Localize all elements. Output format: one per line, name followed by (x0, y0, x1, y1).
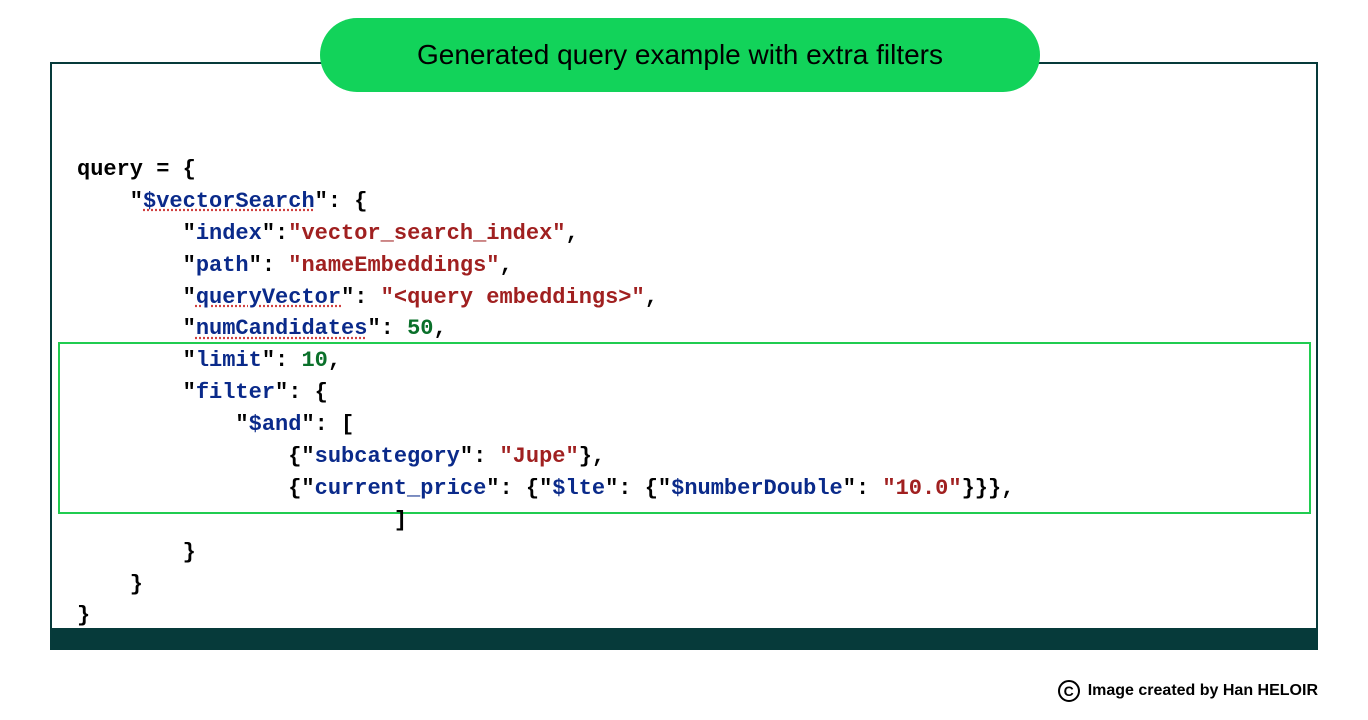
code-text: ": (843, 476, 883, 501)
code-text: , (433, 316, 446, 341)
key-index: index (196, 221, 262, 246)
code-card: query = { "$vectorSearch": { "index":"ve… (50, 62, 1318, 650)
image-credit: C Image created by Han HELOIR (1058, 680, 1318, 702)
val-numcandidates: 50 (407, 316, 433, 341)
val-index: "vector_search_index" (288, 221, 565, 246)
code-text: , (499, 253, 512, 278)
code-text: {" (77, 476, 315, 501)
code-text: " (77, 189, 143, 214)
code-text: ": { (275, 380, 328, 405)
code-text: " (77, 221, 196, 246)
code-text: " (77, 316, 196, 341)
key-queryvector: queryVector (196, 285, 341, 310)
code-text: " (77, 412, 249, 437)
code-text: ": (249, 253, 289, 278)
credit-text: Image created by Han HELOIR (1088, 682, 1318, 700)
code-text: " (77, 285, 196, 310)
code-text: " (77, 253, 196, 278)
val-queryvector: "<query embeddings>" (381, 285, 645, 310)
code-text: ": (367, 316, 407, 341)
code-text: ": { (315, 189, 368, 214)
key-vectorsearch: $vectorSearch (143, 189, 315, 214)
code-text: " (77, 348, 196, 373)
code-text: , (645, 285, 658, 310)
code-text: } (77, 603, 90, 628)
key-numcandidates: numCandidates (196, 316, 368, 341)
val-numberdouble: "10.0" (882, 476, 961, 501)
code-text: } (77, 572, 143, 597)
code-text: } (77, 540, 196, 565)
header-title: Generated query example with extra filte… (417, 39, 943, 71)
val-subcategory: "Jupe" (499, 444, 578, 469)
code-text: , (328, 348, 341, 373)
key-lte: $lte (552, 476, 605, 501)
key-subcategory: subcategory (315, 444, 460, 469)
code-text: }}}, (962, 476, 1015, 501)
code-text: ": [ (301, 412, 354, 437)
copyright-icon: C (1058, 680, 1080, 702)
code-text: ": (341, 285, 381, 310)
code-text: ": {" (605, 476, 671, 501)
code-text: , (566, 221, 579, 246)
key-and: $and (249, 412, 302, 437)
code-text: {" (77, 444, 315, 469)
key-path: path (196, 253, 249, 278)
code-text: ": (262, 348, 302, 373)
code-text: " (77, 380, 196, 405)
key-numberdouble: $numberDouble (671, 476, 843, 501)
code-text: }, (579, 444, 605, 469)
code-text: ": (460, 444, 500, 469)
val-limit: 10 (301, 348, 327, 373)
key-currentprice: current_price (315, 476, 487, 501)
code-text: ": {" (486, 476, 552, 501)
code-text: ] (77, 508, 407, 533)
code-text: ": (262, 221, 288, 246)
header-pill: Generated query example with extra filte… (320, 18, 1040, 92)
key-limit: limit (196, 348, 262, 373)
val-path: "nameEmbeddings" (288, 253, 499, 278)
code-block: query = { "$vectorSearch": { "index":"ve… (77, 154, 1014, 632)
card-bottom-bar (52, 628, 1316, 648)
code-text: query = { (77, 157, 196, 182)
key-filter: filter (196, 380, 275, 405)
